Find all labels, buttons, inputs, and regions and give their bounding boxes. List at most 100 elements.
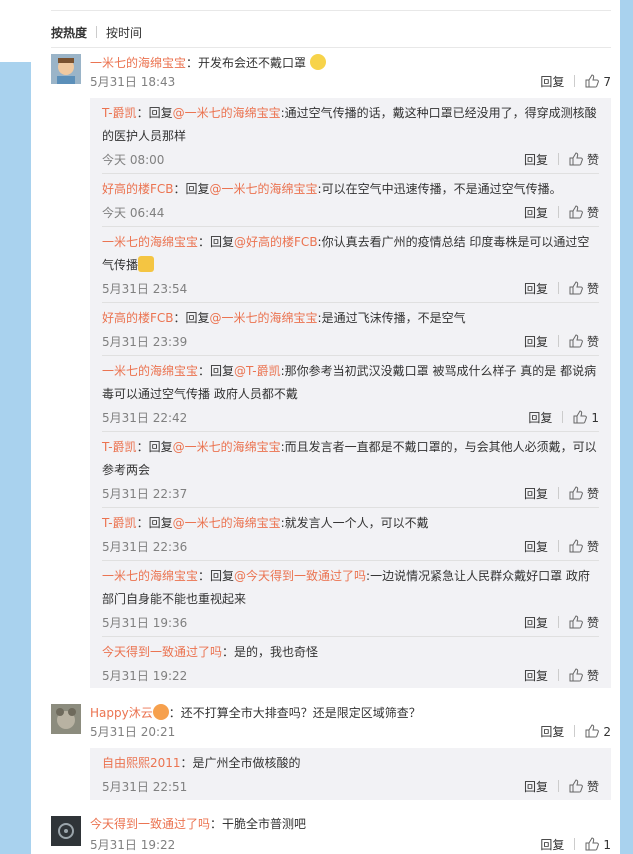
mention-link[interactable]: @一米七的海绵宝宝: [173, 440, 281, 454]
username-link[interactable]: 一米七的海绵宝宝: [102, 235, 198, 249]
comment-text: 今天得到一致通过了吗：干脆全市普测吧: [90, 816, 610, 832]
reply-time: 今天 06:44: [102, 206, 165, 220]
like-count: 赞: [586, 616, 599, 630]
reply-content: :是通过飞沫传播，不是空气: [317, 311, 466, 325]
mention-link[interactable]: @一米七的海绵宝宝: [210, 182, 318, 196]
divider: [574, 75, 576, 87]
divider: [557, 335, 559, 347]
like-button[interactable]: 2: [585, 724, 611, 739]
like-count: 1: [591, 411, 599, 425]
reply-time: 5月31日 22:36: [102, 540, 188, 554]
like-count: 赞: [586, 335, 599, 349]
reply-button[interactable]: 回复: [528, 411, 552, 425]
divider: [102, 355, 599, 356]
reply-button[interactable]: 回复: [524, 153, 548, 167]
thumbs-up-icon: [569, 486, 583, 500]
divider: [51, 47, 611, 48]
username-link[interactable]: 好高的楼FCB: [102, 182, 174, 196]
comment-content: ：干脆全市普测吧: [210, 817, 307, 831]
mention-link[interactable]: @一米七的海绵宝宝: [173, 106, 281, 120]
reply-text: T-爵凯：回复@一米七的海绵宝宝:就发言人一个人，可以不戴: [102, 512, 599, 535]
avatar[interactable]: [51, 54, 81, 84]
reply-prefix: ：回复: [173, 182, 210, 196]
like-count: 赞: [586, 780, 599, 794]
reply-time: 5月31日 22:51: [102, 780, 188, 794]
like-button[interactable]: 赞: [569, 539, 599, 554]
emoji-icon: [138, 256, 155, 272]
reply-text: T-爵凯：回复@一米七的海绵宝宝:而且发言者一直都是不戴口罩的，与会其他人必须戴…: [102, 436, 599, 482]
username-link[interactable]: 今天得到一致通过了吗: [90, 817, 210, 831]
mention-link[interactable]: @好高的楼FCB: [234, 235, 318, 249]
reply-text: 一米七的海绵宝宝：回复@今天得到一致通过了吗:一边说情况紧急让人民群众戴好口罩 …: [102, 565, 599, 611]
comment-time: 5月31日 20:21: [90, 725, 176, 739]
mention-link[interactable]: @T-爵凯: [234, 364, 281, 378]
reply-prefix: ：回复: [198, 235, 235, 249]
reply-time: 5月31日 22:37: [102, 487, 188, 501]
reply-prefix: ：回复: [136, 440, 173, 454]
like-count: 赞: [586, 487, 599, 501]
username-link[interactable]: 今天得到一致通过了吗: [102, 645, 222, 659]
divider: [574, 838, 576, 850]
like-button[interactable]: 赞: [569, 668, 599, 683]
comment-actions: 回复 7: [540, 73, 611, 90]
divider: [557, 153, 559, 165]
reply-button[interactable]: 回复: [524, 616, 548, 630]
like-button[interactable]: 赞: [569, 281, 599, 296]
username-link[interactable]: 自由熙熙2011: [102, 756, 181, 770]
reply-button[interactable]: 回复: [524, 669, 548, 683]
like-button[interactable]: 7: [585, 74, 611, 89]
username-link[interactable]: 一米七的海绵宝宝: [102, 364, 198, 378]
reply-time: 5月31日 22:42: [102, 411, 188, 425]
divider: [102, 226, 599, 227]
sort-by-time-tab[interactable]: 按时间: [106, 24, 142, 41]
thumbs-up-icon: [569, 334, 583, 348]
reply-button[interactable]: 回复: [524, 540, 548, 554]
username-link[interactable]: 一米七的海绵宝宝: [90, 56, 186, 70]
reply-list: T-爵凯：回复@一米七的海绵宝宝:通过空气传播的话，戴这种口罩已经没用了，得穿成…: [90, 98, 611, 688]
like-button[interactable]: 赞: [569, 205, 599, 220]
divider: [557, 780, 559, 792]
mention-link[interactable]: @一米七的海绵宝宝: [173, 516, 281, 530]
like-button[interactable]: 1: [585, 837, 611, 852]
reply-time: 今天 08:00: [102, 153, 165, 167]
reply-button[interactable]: 回复: [540, 725, 564, 739]
reply-button[interactable]: 回复: [524, 487, 548, 501]
comment-actions: 回复 2: [540, 723, 611, 740]
reply-button[interactable]: 回复: [524, 335, 548, 349]
comment-text: Happy沐云 ：还不打算全市大排查吗？还是限定区域筛查？: [90, 704, 610, 721]
reply-text: 自由熙熙2011：是广州全市做核酸的: [102, 752, 599, 775]
username-link[interactable]: T-爵凯: [102, 440, 137, 454]
thumbs-up-icon: [569, 205, 583, 219]
username-link[interactable]: T-爵凯: [102, 106, 137, 120]
reply-button[interactable]: 回复: [524, 282, 548, 296]
page-background-right: [620, 0, 633, 854]
reply-button[interactable]: 回复: [524, 780, 548, 794]
avatar[interactable]: [51, 704, 81, 734]
thumbs-up-icon: [585, 724, 600, 738]
like-button[interactable]: 赞: [569, 334, 599, 349]
avatar[interactable]: [51, 816, 81, 846]
like-count: 赞: [586, 540, 599, 554]
sort-by-hot-tab[interactable]: 按热度: [51, 24, 87, 41]
like-button[interactable]: 赞: [569, 486, 599, 501]
like-button[interactable]: 赞: [569, 779, 599, 794]
reply-button[interactable]: 回复: [524, 206, 548, 220]
reply-button[interactable]: 回复: [540, 75, 564, 89]
reply-button[interactable]: 回复: [540, 838, 564, 852]
reply-time: 5月31日 19:36: [102, 616, 188, 630]
username-link[interactable]: 好高的楼FCB: [102, 311, 174, 325]
reply-content: ：是广州全市做核酸的: [180, 756, 301, 770]
comment-actions: 回复 1: [540, 836, 611, 853]
badge-icon: [152, 704, 169, 720]
like-button[interactable]: 赞: [569, 615, 599, 630]
thumbs-up-icon: [585, 74, 600, 88]
like-button[interactable]: 赞: [569, 152, 599, 167]
username-link[interactable]: Happy沐云: [90, 706, 153, 720]
reply-text: 一米七的海绵宝宝：回复@好高的楼FCB:你认真去看广州的疫情总结 印度毒株是可以…: [102, 231, 599, 277]
mention-link[interactable]: @今天得到一致通过了吗: [234, 569, 366, 583]
username-link[interactable]: T-爵凯: [102, 516, 137, 530]
username-link[interactable]: 一米七的海绵宝宝: [102, 569, 198, 583]
reply-actions: 回复 赞: [524, 667, 599, 684]
like-button[interactable]: 1: [573, 410, 599, 425]
mention-link[interactable]: @一米七的海绵宝宝: [210, 311, 318, 325]
